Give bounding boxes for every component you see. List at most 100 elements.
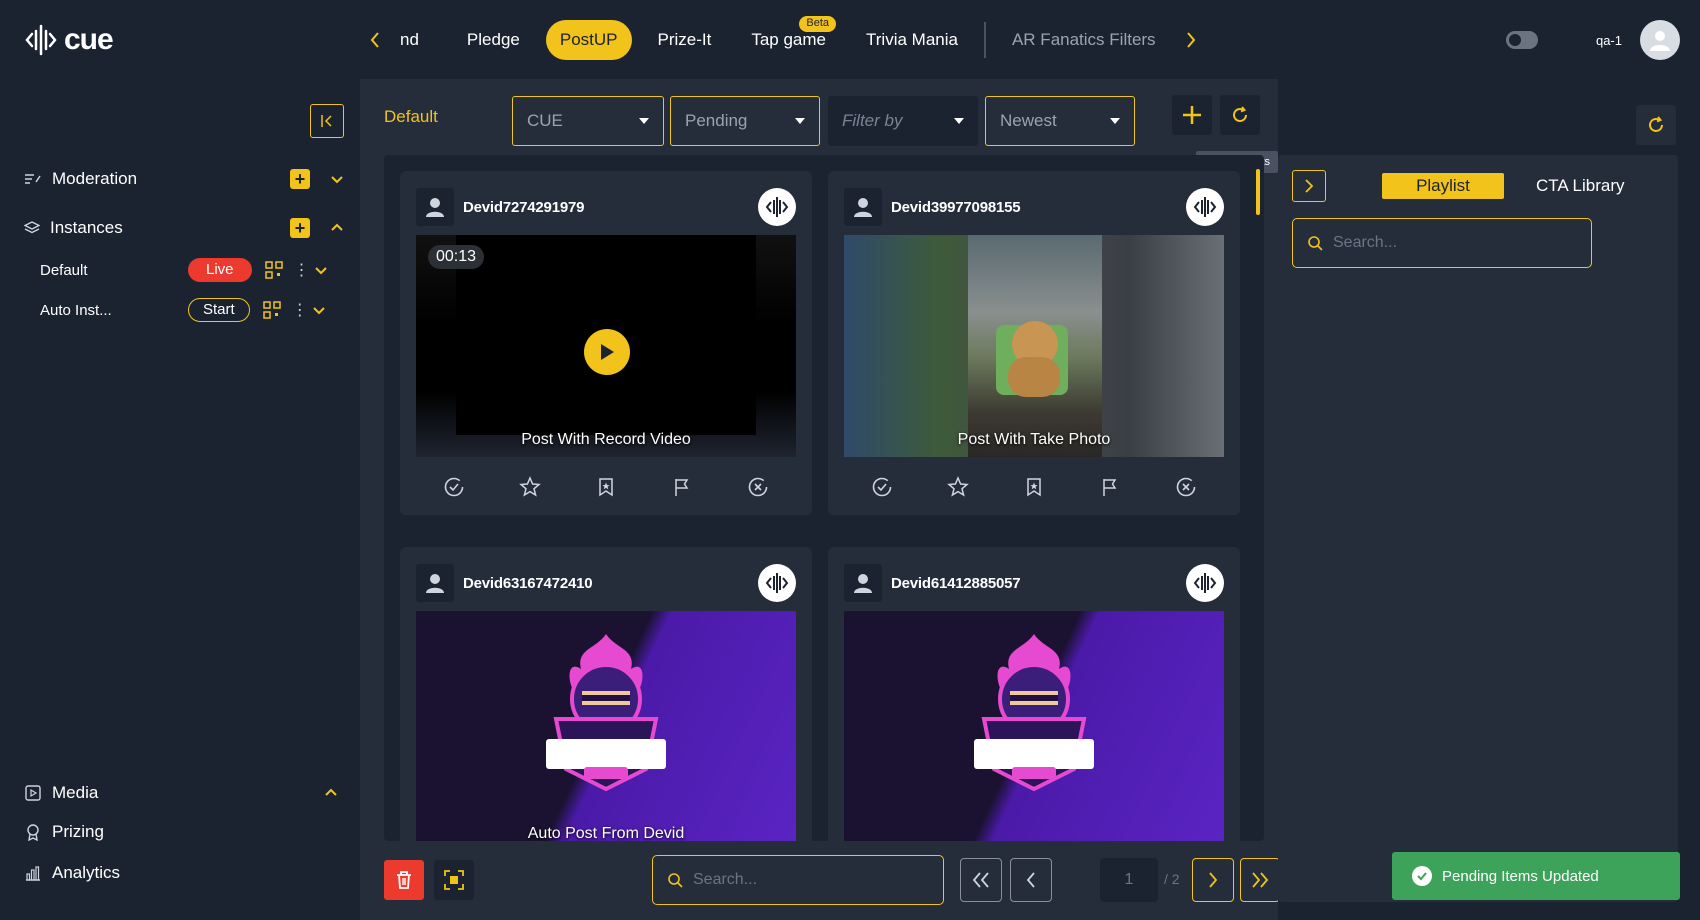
reject-icon[interactable] bbox=[747, 476, 769, 498]
delete-button[interactable] bbox=[384, 860, 424, 900]
approve-icon[interactable] bbox=[871, 476, 893, 498]
expand-panel-button[interactable] bbox=[1292, 170, 1326, 202]
instance-title: Default bbox=[384, 107, 438, 126]
plus-icon bbox=[1183, 106, 1201, 124]
tab-truncated[interactable]: nd bbox=[390, 20, 447, 60]
bookmark-star-icon[interactable] bbox=[595, 476, 617, 498]
chevron-down-icon[interactable] bbox=[330, 172, 344, 186]
post-card[interactable]: Devid61412885057 bbox=[828, 547, 1240, 841]
chevron-right-icon bbox=[1186, 32, 1195, 48]
sidebar-item-analytics[interactable]: Analytics bbox=[24, 863, 120, 883]
page-number[interactable]: 1 bbox=[1100, 858, 1158, 902]
prev-page-button[interactable] bbox=[1010, 858, 1052, 902]
instance-row-auto[interactable]: Auto Inst... Start ⋮ bbox=[40, 296, 340, 324]
playlist-card: Playlist CTA Library bbox=[1278, 155, 1678, 902]
chevron-up-icon[interactable] bbox=[324, 786, 338, 800]
filter-by-select[interactable]: Filter by bbox=[828, 96, 978, 146]
post-card[interactable]: Devid7274291979 00:13 Post With Record V… bbox=[400, 171, 812, 515]
play-button[interactable] bbox=[584, 329, 630, 375]
cue-badge-icon bbox=[1186, 564, 1224, 602]
refresh-playlist-button[interactable] bbox=[1636, 105, 1676, 145]
sidebar-item-label: Analytics bbox=[52, 863, 121, 882]
playlist-search[interactable] bbox=[1292, 218, 1592, 268]
qr-code-icon[interactable] bbox=[264, 260, 284, 280]
more-options-icon[interactable]: ⋮ bbox=[292, 300, 308, 320]
tabs-scroll-left-button[interactable] bbox=[360, 20, 390, 60]
add-post-button[interactable] bbox=[1172, 95, 1212, 135]
start-button[interactable]: Start bbox=[188, 298, 250, 322]
first-page-button[interactable] bbox=[960, 858, 1002, 902]
page-total: / 2 bbox=[1164, 871, 1180, 887]
post-username: Devid39977098155 bbox=[891, 198, 1021, 216]
add-instance-button[interactable]: + bbox=[290, 218, 310, 238]
tab-prize-it[interactable]: Prize-It bbox=[638, 20, 732, 60]
post-header: Devid7274291979 bbox=[416, 187, 796, 227]
tab-pledge[interactable]: Pledge bbox=[447, 20, 540, 60]
tab-ar-fanatics-filters[interactable]: AR Fanatics Filters bbox=[992, 20, 1176, 60]
cue-badge-icon bbox=[1186, 188, 1224, 226]
gaming-team-logo bbox=[974, 634, 1094, 792]
theme-toggle[interactable] bbox=[1505, 31, 1538, 49]
post-media-video[interactable]: 00:13 Post With Record Video bbox=[416, 235, 796, 457]
feed-search-input[interactable] bbox=[693, 871, 873, 889]
chevron-down-icon[interactable] bbox=[314, 263, 328, 277]
reject-icon[interactable] bbox=[1175, 476, 1197, 498]
tab-postup[interactable]: PostUP bbox=[545, 20, 632, 60]
tab-trivia-mania[interactable]: Trivia Mania bbox=[846, 20, 978, 60]
more-options-icon[interactable]: ⋮ bbox=[294, 260, 310, 280]
post-media-image[interactable]: Auto Post From Devid bbox=[416, 611, 796, 841]
update-posts-button[interactable] bbox=[1220, 95, 1260, 135]
award-icon bbox=[27, 824, 39, 841]
logo-text: cue bbox=[64, 23, 114, 56]
tab-cta-library[interactable]: CTA Library bbox=[1536, 173, 1625, 199]
cue-logo-icon bbox=[25, 24, 57, 56]
sidebar-item-media[interactable]: Media bbox=[24, 783, 98, 803]
sidebar-item-prizing[interactable]: Prizing bbox=[24, 822, 104, 842]
sort-select[interactable]: Newest bbox=[985, 96, 1135, 146]
playlist-search-input[interactable] bbox=[1333, 234, 1573, 252]
approve-icon[interactable] bbox=[443, 476, 465, 498]
post-media-photo[interactable]: Post With Take Photo bbox=[844, 235, 1224, 457]
chevron-down-icon[interactable] bbox=[312, 303, 326, 317]
avatar[interactable] bbox=[1640, 20, 1680, 60]
posts-feed: Devid7274291979 00:13 Post With Record V… bbox=[384, 155, 1264, 841]
live-badge[interactable]: Live bbox=[188, 258, 252, 282]
gaming-team-logo bbox=[546, 634, 666, 792]
feed-scrollbar[interactable] bbox=[1256, 169, 1260, 215]
flag-icon[interactable] bbox=[671, 476, 693, 498]
tab-playlist[interactable]: Playlist bbox=[1382, 173, 1504, 199]
cue-logo[interactable]: cue bbox=[24, 20, 114, 60]
photo-subject bbox=[968, 235, 1102, 457]
last-page-button[interactable] bbox=[1240, 858, 1280, 902]
tab-tap-game[interactable]: Tap game Beta bbox=[731, 16, 846, 60]
chevron-up-icon[interactable] bbox=[330, 221, 344, 235]
bookmark-star-icon[interactable] bbox=[1023, 476, 1045, 498]
select-all-button[interactable] bbox=[434, 860, 474, 900]
sidebar-item-instances[interactable]: Instances bbox=[24, 218, 123, 238]
flag-icon[interactable] bbox=[1099, 476, 1121, 498]
qr-code-icon[interactable] bbox=[262, 300, 282, 320]
post-media-image[interactable] bbox=[844, 611, 1224, 841]
tabs-scroll-right-button[interactable] bbox=[1176, 20, 1206, 60]
refresh-icon bbox=[1233, 106, 1247, 122]
post-caption: Post With Record Video bbox=[521, 431, 691, 448]
next-page-button[interactable] bbox=[1192, 858, 1234, 902]
sort-select-value: Newest bbox=[1000, 111, 1057, 130]
username: qa-1 bbox=[1595, 32, 1622, 48]
post-card[interactable]: Devid63167472410 Auto Post From Devid bbox=[400, 547, 812, 841]
add-moderation-button[interactable]: + bbox=[290, 169, 310, 189]
source-select[interactable]: CUE bbox=[512, 96, 664, 146]
star-icon[interactable] bbox=[947, 476, 969, 498]
feed-search[interactable] bbox=[652, 855, 944, 905]
status-select[interactable]: Pending bbox=[670, 96, 820, 146]
user-area: qa-1 bbox=[1505, 20, 1680, 60]
chevrons-left-icon bbox=[972, 872, 989, 888]
star-icon[interactable] bbox=[519, 476, 541, 498]
instance-row-default[interactable]: Default Live ⋮ bbox=[40, 256, 340, 284]
play-icon bbox=[601, 344, 614, 360]
media-icon bbox=[25, 785, 41, 801]
post-card[interactable]: Devid39977098155 Post With Take Photo bbox=[828, 171, 1240, 515]
collapse-sidebar-button[interactable] bbox=[310, 104, 344, 138]
chevron-right-icon bbox=[1209, 872, 1218, 888]
sidebar-item-moderation[interactable]: Moderation bbox=[24, 169, 137, 189]
